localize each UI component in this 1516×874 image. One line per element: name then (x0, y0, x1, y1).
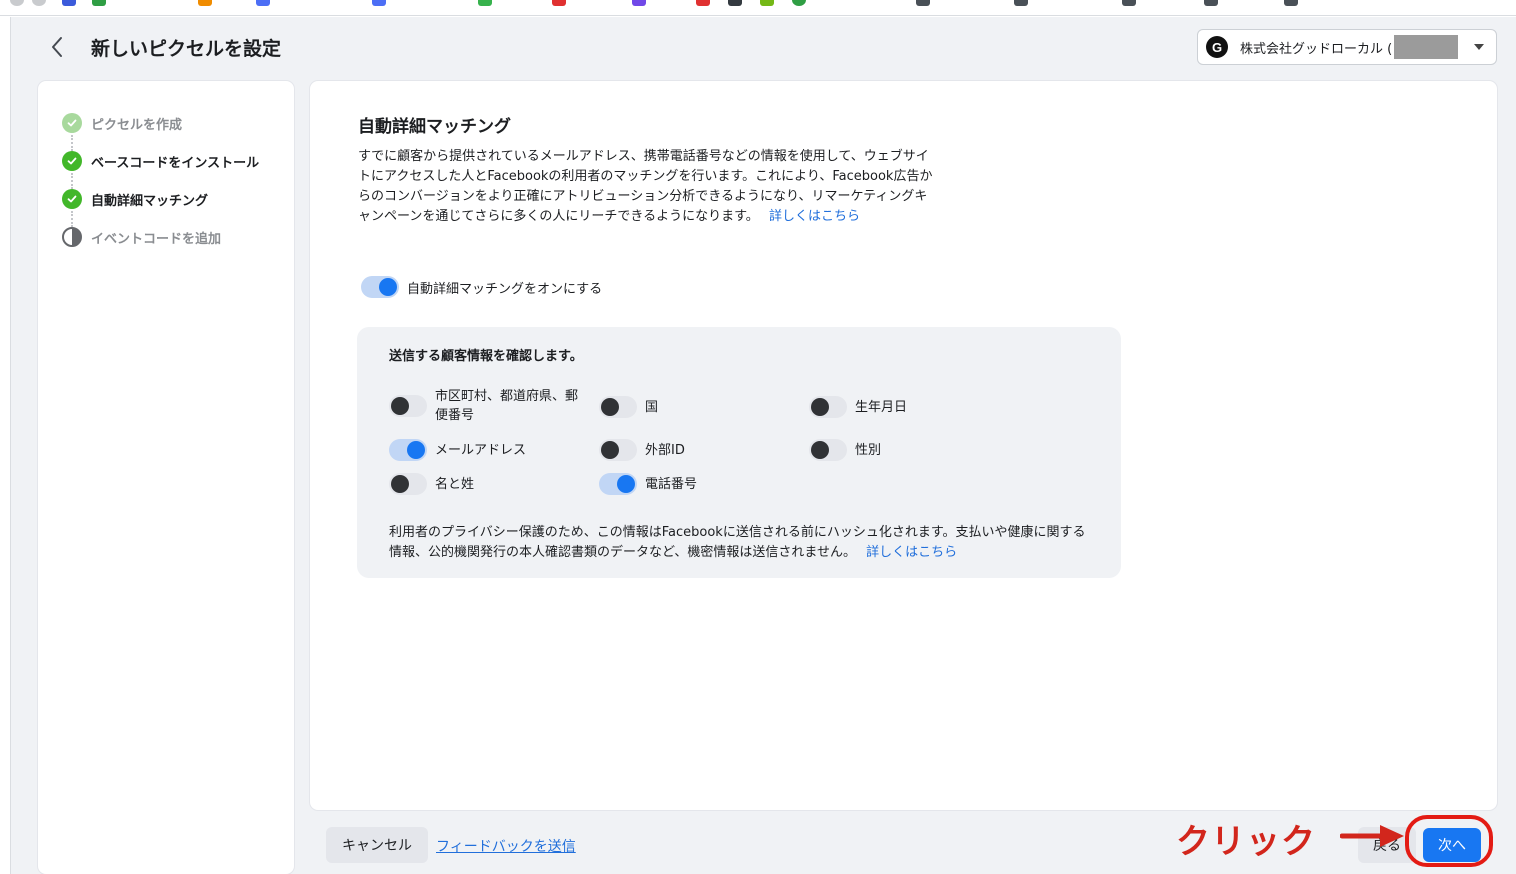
bookmark-icon[interactable] (92, 0, 106, 6)
privacy-note: 利用者のプライバシー保護のため、この情報はFacebookに送信される前にハッシ… (389, 523, 1089, 563)
step-advanced-matching: 自動詳細マッチング (62, 188, 208, 210)
step-connector (71, 211, 73, 227)
field-label: 電話番号 (645, 476, 698, 492)
caret-down-icon (1474, 44, 1484, 50)
advanced-matching-card: 自動詳細マッチング すでに顧客から提供されているメールアドレス、携帯電話番号など… (310, 81, 1497, 810)
bookmark-icon[interactable] (10, 0, 24, 6)
step-label: ピクセルを作成 (91, 117, 183, 133)
bookmark-icon[interactable] (552, 0, 566, 6)
bookmark-icon[interactable] (372, 0, 386, 6)
learn-more-link[interactable]: 詳しくはこちら (769, 209, 860, 224)
field-gender: 性別 (809, 439, 881, 461)
check-circle-icon (62, 113, 82, 133)
external-id-toggle[interactable] (599, 439, 637, 461)
step-label: 自動詳細マッチング (91, 193, 209, 209)
account-name: 株式会社グッドローカル ( (1240, 41, 1393, 57)
master-toggle-row: 自動詳細マッチングをオンにする (361, 276, 602, 298)
check-circle-icon (62, 189, 82, 209)
field-city-state-zip: 市区町村、都道府県、郵 便番号 (389, 387, 578, 425)
bookmark-icon[interactable] (760, 0, 774, 6)
arrow-right-icon (1340, 825, 1404, 847)
page-header: 新しいピクセルを設定 G 株式会社グッドローカル ( (11, 17, 1516, 81)
master-toggle-label: 自動詳細マッチングをオンにする (407, 281, 603, 297)
phone-toggle[interactable] (599, 473, 637, 495)
bookmarks-bar (0, 0, 1516, 16)
field-birthdate: 生年月日 (809, 396, 907, 418)
country-toggle[interactable] (599, 396, 637, 418)
bookmark-icon[interactable] (696, 0, 710, 6)
birthdate-toggle[interactable] (809, 396, 847, 418)
bookmark-icon[interactable] (198, 0, 212, 6)
highlight-ring (1405, 815, 1493, 867)
field-label: 市区町村、都道府県、郵 便番号 (435, 389, 579, 423)
section-description: すでに顧客から提供されているメールアドレス、携帯電話番号などの情報を使用して、ウ… (358, 147, 938, 227)
pixel-setup-app: 新しいピクセルを設定 G 株式会社グッドローカル ( ピクセルを作成 ベースコー… (10, 17, 1516, 874)
field-label: 性別 (855, 442, 882, 458)
bookmark-icon[interactable] (916, 0, 930, 6)
account-logo-icon: G (1206, 36, 1228, 58)
city-state-zip-toggle[interactable] (389, 395, 427, 417)
setup-steps-sidebar: ピクセルを作成 ベースコードをインストール 自動詳細マッチング イベントコードを… (38, 81, 294, 874)
footer-actions: キャンセル フィードバックを送信 戻る 次へ (310, 810, 1497, 874)
bookmark-icon[interactable] (1204, 0, 1218, 6)
field-name: 名と姓 (389, 473, 474, 495)
step-connector (71, 135, 73, 151)
bookmark-icon[interactable] (32, 0, 46, 6)
field-label: 外部ID (645, 442, 685, 458)
send-feedback-link[interactable]: フィードバックを送信 (436, 836, 576, 856)
cancel-button[interactable]: キャンセル (326, 827, 428, 863)
bookmark-icon[interactable] (1014, 0, 1028, 6)
panel-title: 送信する顧客情報を確認します。 (389, 349, 583, 364)
customer-info-panel: 送信する顧客情報を確認します。 市区町村、都道府県、郵 便番号 国 生年月日 メ… (357, 327, 1121, 578)
step-label: イベントコードを追加 (91, 231, 222, 247)
privacy-note-text: 利用者のプライバシー保護のため、この情報はFacebookに送信される前にハッシ… (389, 525, 1086, 560)
back-arrow-button[interactable] (45, 33, 69, 61)
section-title: 自動詳細マッチング (358, 117, 511, 137)
bookmark-icon[interactable] (792, 0, 806, 6)
bookmark-icon[interactable] (1122, 0, 1136, 6)
chevron-left-icon (52, 37, 62, 57)
name-toggle[interactable] (389, 473, 427, 495)
step-create-pixel: ピクセルを作成 (62, 112, 182, 134)
gender-toggle[interactable] (809, 439, 847, 461)
field-email: メールアドレス (389, 439, 526, 461)
step-connector (71, 173, 73, 189)
field-external-id: 外部ID (599, 439, 685, 461)
bookmark-icon[interactable] (1284, 0, 1298, 6)
page-title: 新しいピクセルを設定 (91, 38, 282, 60)
field-label: 名と姓 (435, 476, 475, 492)
privacy-learn-more-link[interactable]: 詳しくはこちら (866, 545, 957, 560)
redacted-account-id (1394, 35, 1459, 59)
bookmark-icon[interactable] (478, 0, 492, 6)
advanced-matching-toggle[interactable] (361, 276, 399, 298)
bookmark-icon[interactable] (632, 0, 646, 6)
bookmark-icon[interactable] (256, 0, 270, 6)
step-add-event-code: イベントコードを追加 (62, 226, 221, 248)
field-label: 国 (645, 399, 659, 415)
email-toggle[interactable] (389, 439, 427, 461)
step-label: ベースコードをインストール (91, 155, 260, 171)
check-circle-icon (62, 151, 82, 171)
field-label: メールアドレス (435, 442, 527, 458)
bookmark-icon[interactable] (728, 0, 742, 6)
ad-account-selector[interactable]: G 株式会社グッドローカル ( (1197, 29, 1497, 65)
half-circle-icon (62, 227, 82, 247)
field-label: 生年月日 (855, 399, 908, 415)
click-annotation-label: クリック (1176, 822, 1316, 862)
bookmark-icon[interactable] (62, 0, 76, 6)
field-country: 国 (599, 396, 658, 418)
field-phone: 電話番号 (599, 473, 697, 495)
step-install-base-code: ベースコードをインストール (62, 150, 259, 172)
